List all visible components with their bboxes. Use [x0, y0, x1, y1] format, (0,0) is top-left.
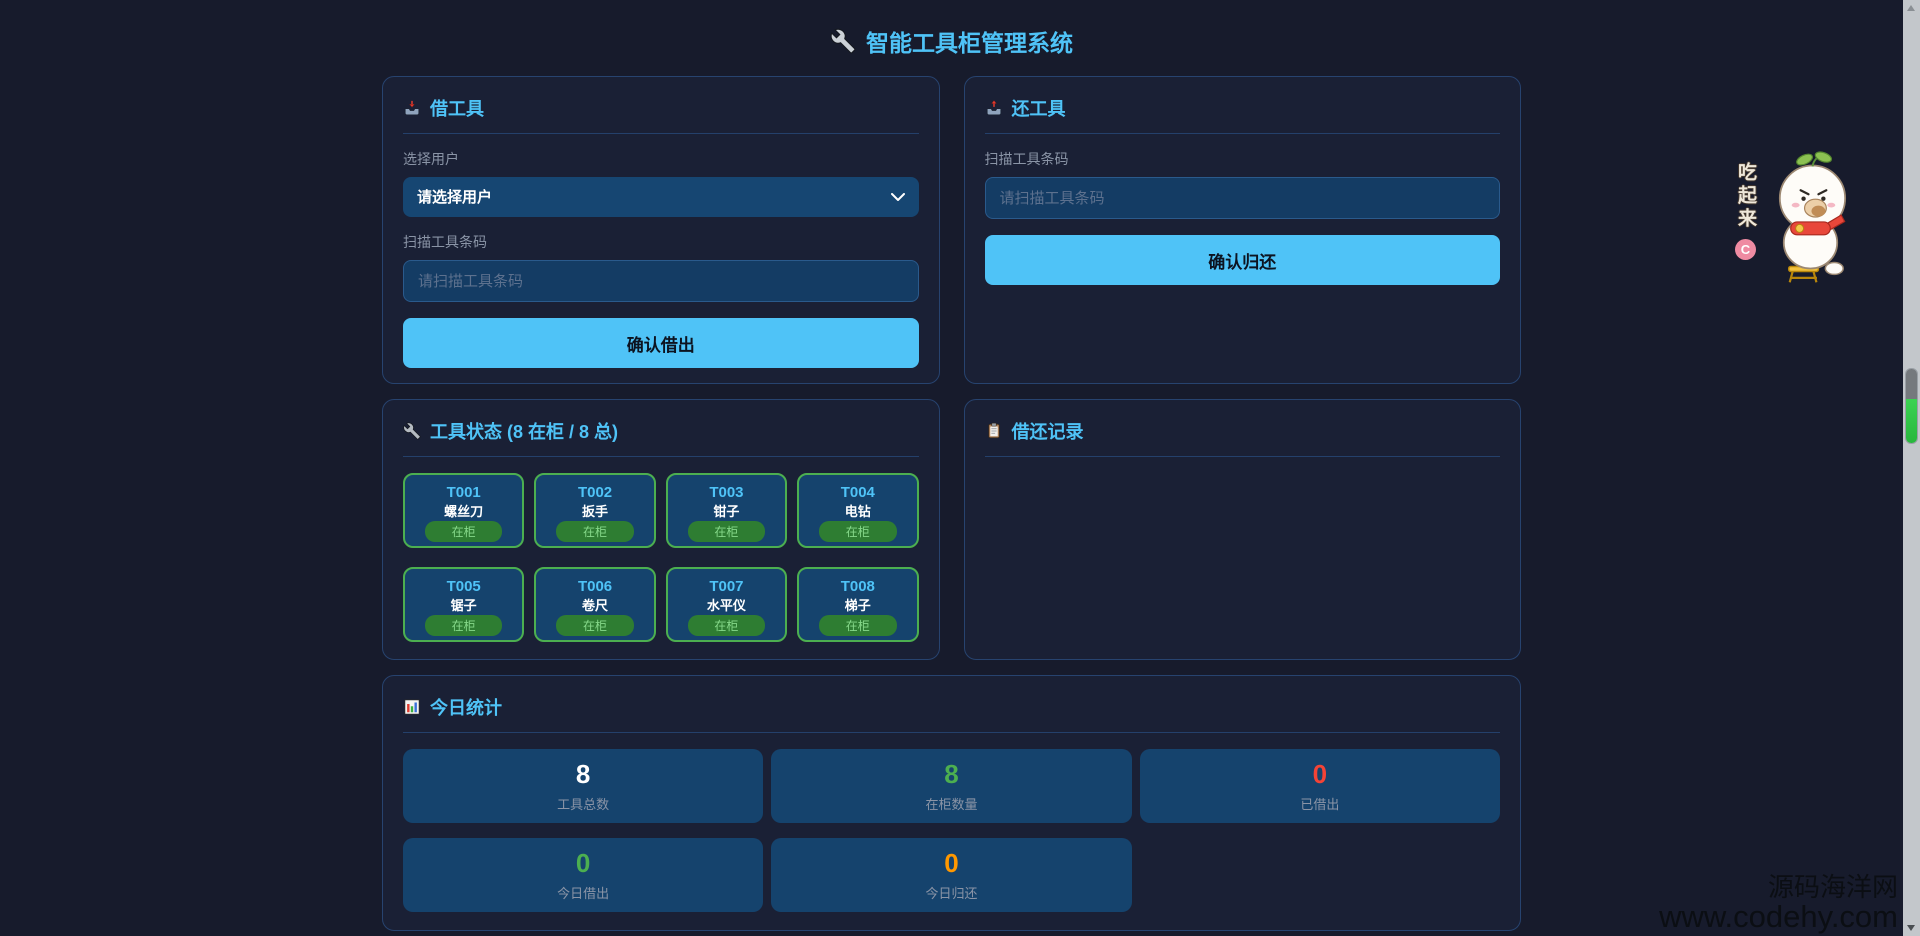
watermark-site-name: 源码海洋网 — [1659, 874, 1898, 901]
mascot-badge: C — [1735, 239, 1756, 260]
borrow-barcode-input[interactable] — [403, 260, 919, 302]
tool-name: 梯子 — [807, 595, 908, 614]
tool-grid: T001 螺丝刀 在柜 T002 扳手 在柜 T003 — [403, 473, 919, 642]
stat-value: 8 — [944, 759, 958, 790]
tool-id: T001 — [413, 484, 514, 501]
tool-status-badge: 在柜 — [819, 521, 896, 542]
borrow-panel-header: 借工具 — [403, 95, 919, 134]
confirm-borrow-button[interactable]: 确认借出 — [403, 318, 919, 368]
wrench-icon — [403, 422, 421, 440]
tool-status-panel: 工具状态 (8 在柜 / 8 总) T001 螺丝刀 在柜 T002 扳手 — [382, 399, 940, 660]
stat-label: 在柜数量 — [925, 794, 977, 813]
records-list-empty — [985, 457, 1501, 617]
borrow-barcode-label: 扫描工具条码 — [403, 232, 919, 252]
stat-card: 0 已借出 — [1140, 749, 1500, 823]
user-select-label: 选择用户 — [403, 149, 919, 169]
tool-status-badge: 在柜 — [819, 615, 896, 636]
tool-status-badge: 在柜 — [425, 615, 502, 636]
return-panel-title: 还工具 — [1012, 95, 1066, 121]
tool-name: 钳子 — [676, 501, 777, 520]
stat-card: 0 今日归还 — [771, 838, 1131, 912]
stat-label: 今日归还 — [925, 883, 977, 902]
mascot-caption: 吃起来 — [1732, 162, 1759, 231]
stat-card: 0 今日借出 — [403, 838, 763, 912]
tool-card: T004 电钻 在柜 — [797, 473, 918, 548]
outbox-tray-icon — [985, 99, 1003, 117]
tool-status-badge: 在柜 — [688, 521, 765, 542]
return-barcode-label: 扫描工具条码 — [985, 149, 1501, 169]
tool-card: T001 螺丝刀 在柜 — [403, 473, 524, 548]
bar-chart-icon — [403, 698, 421, 716]
tool-card: T003 钳子 在柜 — [666, 473, 787, 548]
tool-id: T006 — [544, 578, 645, 595]
page-title-text: 智能工具柜管理系统 — [866, 24, 1073, 58]
tool-status-badge: 在柜 — [425, 521, 502, 542]
tool-name: 扳手 — [544, 501, 645, 520]
mascot-sticker: 吃起来 C — [1732, 150, 1860, 285]
page: 智能工具柜管理系统 借工具 选择用户 请选择用户 — [0, 0, 1903, 936]
tool-card: T007 水平仪 在柜 — [666, 567, 787, 642]
confirm-return-button[interactable]: 确认归还 — [985, 235, 1501, 285]
watermark-url: www.codehy.com — [1659, 901, 1898, 934]
borrow-panel-title: 借工具 — [430, 95, 484, 121]
watermark: 源码海洋网 www.codehy.com — [1659, 874, 1898, 934]
user-select[interactable]: 请选择用户 — [403, 177, 919, 217]
inbox-tray-icon — [403, 99, 421, 117]
scrollbar-thumb[interactable] — [1905, 368, 1918, 444]
records-panel-title: 借还记录 — [1012, 418, 1084, 444]
stat-label: 工具总数 — [557, 794, 609, 813]
stats-panel-header: 今日统计 — [403, 694, 1500, 733]
scrollbar-down-arrow[interactable] — [1907, 925, 1915, 931]
borrow-panel: 借工具 选择用户 请选择用户 扫描工具条码 确认借出 — [382, 76, 940, 384]
tool-status-badge: 在柜 — [556, 615, 633, 636]
stat-value: 0 — [576, 848, 590, 879]
tool-id: T005 — [413, 578, 514, 595]
tool-name: 锯子 — [413, 595, 514, 614]
stat-value: 0 — [1313, 759, 1327, 790]
tool-status-panel-header: 工具状态 (8 在柜 / 8 总) — [403, 418, 919, 457]
stat-card: 8 工具总数 — [403, 749, 763, 823]
tool-name: 卷尺 — [544, 595, 645, 614]
stat-card: 8 在柜数量 — [771, 749, 1131, 823]
tool-card: T006 卷尺 在柜 — [534, 567, 655, 642]
tool-card: T008 梯子 在柜 — [797, 567, 918, 642]
records-panel: 借还记录 — [964, 399, 1522, 660]
tool-status-panel-title: 工具状态 (8 在柜 / 8 总) — [430, 418, 618, 444]
scrollbar-track[interactable] — [1903, 0, 1920, 936]
records-panel-header: 借还记录 — [985, 418, 1501, 457]
tool-id: T003 — [676, 484, 777, 501]
tool-id: T007 — [676, 578, 777, 595]
tool-id: T002 — [544, 484, 645, 501]
stats-panel: 今日统计 8 工具总数 8 在柜数量 0 已借出 — [382, 675, 1521, 931]
tool-card: T002 扳手 在柜 — [534, 473, 655, 548]
tool-name: 水平仪 — [676, 595, 777, 614]
stats-grid: 8 工具总数 8 在柜数量 0 已借出 0 今 — [403, 749, 1500, 912]
tool-name: 电钻 — [807, 501, 908, 520]
tool-id: T008 — [807, 578, 908, 595]
stat-label: 今日借出 — [557, 883, 609, 902]
wrench-icon — [830, 28, 856, 54]
page-title: 智能工具柜管理系统 — [382, 0, 1521, 76]
return-panel: 还工具 扫描工具条码 确认归还 — [964, 76, 1522, 384]
clipboard-icon — [985, 422, 1003, 440]
stat-label: 已借出 — [1300, 794, 1339, 813]
return-barcode-input[interactable] — [985, 177, 1501, 219]
tool-name: 螺丝刀 — [413, 501, 514, 520]
tool-id: T004 — [807, 484, 908, 501]
return-panel-header: 还工具 — [985, 95, 1501, 134]
tool-card: T005 锯子 在柜 — [403, 567, 524, 642]
tool-status-badge: 在柜 — [556, 521, 633, 542]
scrollbar-up-arrow[interactable] — [1907, 5, 1915, 11]
stat-value: 0 — [944, 848, 958, 879]
mascot-character-illustration — [1761, 150, 1860, 285]
stats-panel-title: 今日统计 — [430, 694, 502, 720]
stat-value: 8 — [576, 759, 590, 790]
tool-status-badge: 在柜 — [688, 615, 765, 636]
